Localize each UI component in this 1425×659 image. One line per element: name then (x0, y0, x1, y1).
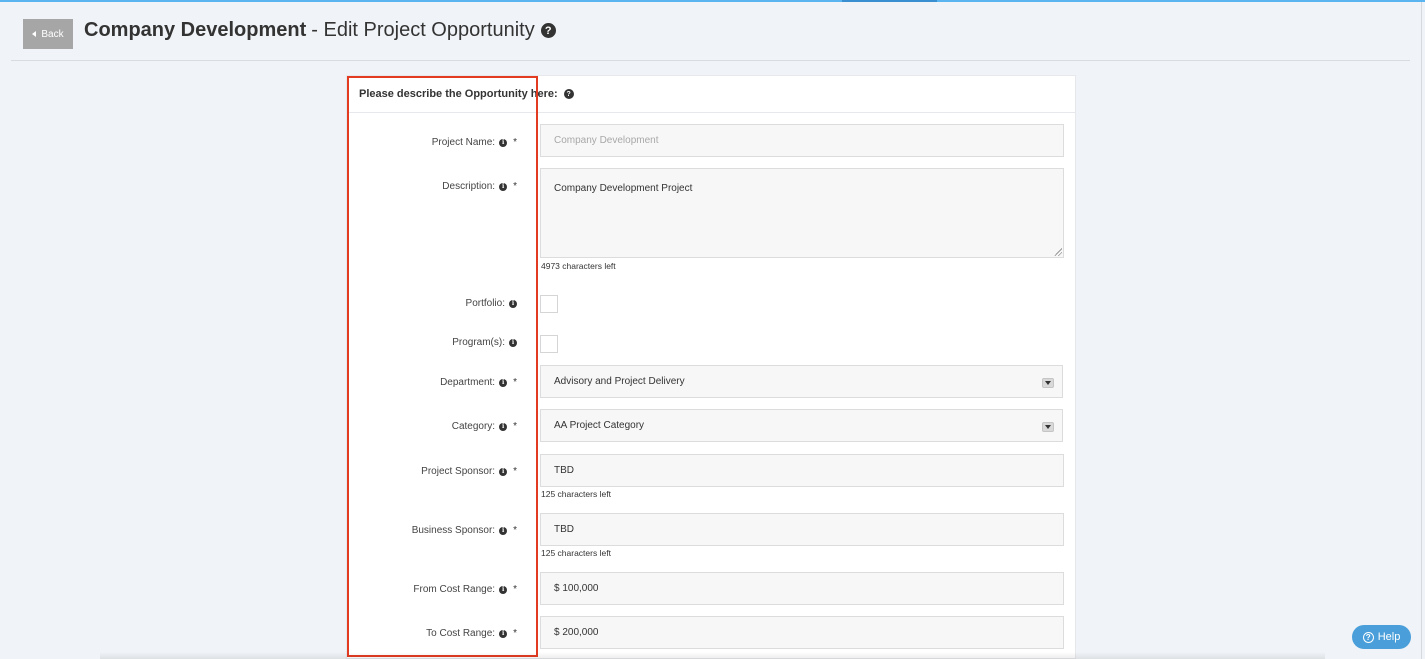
panel-heading-text: Please describe the Opportunity here: (359, 88, 558, 100)
required-marker: * (513, 628, 517, 639)
help-button[interactable]: ? Help (1352, 625, 1411, 649)
opportunity-form-panel: Please describe the Opportunity here: ? … (346, 75, 1076, 659)
department-label: Department: i * (440, 377, 517, 388)
back-button-label: Back (41, 28, 64, 40)
info-circle-icon[interactable]: i (499, 585, 508, 594)
category-label: Category: i * (452, 421, 517, 432)
project-name-label-text: Project Name: (431, 137, 496, 148)
info-circle-icon[interactable]: i (509, 299, 517, 308)
from-cost-value: $ 100,000 (554, 583, 599, 594)
resize-handle-icon[interactable] (1054, 248, 1062, 256)
caret-down-icon[interactable] (1042, 378, 1054, 388)
portfolio-label: Portfolio: i (466, 298, 517, 309)
required-marker: * (513, 181, 517, 192)
info-circle-icon[interactable]: i (499, 182, 508, 191)
question-circle-icon[interactable]: ? (563, 89, 574, 99)
project-name-placeholder: Company Development (554, 135, 659, 146)
caret-left-icon (32, 31, 37, 37)
programs-checkbox[interactable] (540, 335, 558, 353)
description-value: Company Development Project (554, 183, 693, 194)
to-cost-label: To Cost Range: i * (426, 628, 517, 639)
info-circle-icon[interactable]: i (509, 338, 517, 347)
required-marker: * (513, 525, 517, 536)
info-circle-icon[interactable]: i (499, 467, 508, 476)
required-marker: * (513, 421, 517, 432)
programs-label: Program(s): i (452, 337, 517, 348)
project-sponsor-value: TBD (554, 465, 574, 476)
panel-heading: Please describe the Opportunity here: ? (347, 76, 1075, 113)
required-marker: * (513, 377, 517, 388)
description-label: Description: i * (442, 181, 517, 192)
page-header: Back Company Development - Edit Project … (0, 2, 1425, 60)
info-circle-icon[interactable]: i (499, 526, 508, 535)
page-title-subtitle: - Edit Project Opportunity (311, 19, 535, 41)
department-label-text: Department: (440, 377, 496, 388)
description-char-count: 4973 characters left (541, 261, 616, 271)
project-sponsor-char-count: 125 characters left (541, 489, 611, 499)
from-cost-input[interactable]: $ 100,000 (540, 572, 1064, 605)
business-sponsor-input[interactable]: TBD (540, 513, 1064, 546)
business-sponsor-label: Business Sponsor: i * (412, 525, 517, 536)
caret-down-icon[interactable] (1042, 422, 1054, 432)
department-select[interactable]: Advisory and Project Delivery (540, 365, 1063, 398)
category-value: AA Project Category (554, 420, 645, 431)
to-cost-input[interactable]: $ 200,000 (540, 616, 1064, 649)
header-divider (11, 60, 1410, 61)
info-circle-icon[interactable]: i (499, 629, 508, 638)
page-right-border (1421, 2, 1422, 659)
business-sponsor-value: TBD (554, 524, 574, 535)
required-marker: * (513, 584, 517, 595)
description-textarea[interactable]: Company Development Project (540, 168, 1064, 258)
to-cost-value: $ 200,000 (554, 627, 599, 638)
department-value: Advisory and Project Delivery (554, 376, 685, 387)
required-marker: * (513, 466, 517, 477)
project-sponsor-input[interactable]: TBD (540, 454, 1064, 487)
page-title-project: Company Development (84, 19, 307, 41)
project-name-input[interactable]: Company Development (540, 124, 1064, 157)
description-label-text: Description: (442, 181, 496, 192)
project-name-label: Project Name: i * (432, 137, 517, 148)
category-label-text: Category: (451, 421, 496, 432)
portfolio-label-text: Portfolio: (465, 298, 505, 309)
category-select[interactable]: AA Project Category (540, 409, 1063, 442)
info-circle-icon[interactable]: i (499, 422, 508, 431)
project-sponsor-label: Project Sponsor: i * (421, 466, 517, 477)
question-circle-icon[interactable]: ? (540, 23, 556, 38)
programs-label-text: Program(s): (452, 337, 505, 348)
bottom-shadow (100, 652, 1325, 659)
page-title: Company Development - Edit Project Oppor… (84, 19, 556, 42)
business-sponsor-char-count: 125 characters left (541, 548, 611, 558)
info-circle-icon[interactable]: i (499, 138, 508, 147)
info-circle-icon[interactable]: i (499, 378, 508, 387)
project-sponsor-label-text: Project Sponsor: (421, 466, 496, 477)
question-circle-icon: ? (1362, 631, 1374, 643)
required-marker: * (513, 137, 517, 148)
help-button-label: Help (1377, 631, 1401, 643)
from-cost-label-text: From Cost Range: (413, 584, 496, 595)
portfolio-checkbox[interactable] (540, 295, 558, 313)
to-cost-label-text: To Cost Range: (426, 628, 496, 639)
business-sponsor-label-text: Business Sponsor: (411, 525, 496, 536)
back-button[interactable]: Back (23, 19, 73, 49)
from-cost-label: From Cost Range: i * (413, 584, 517, 595)
